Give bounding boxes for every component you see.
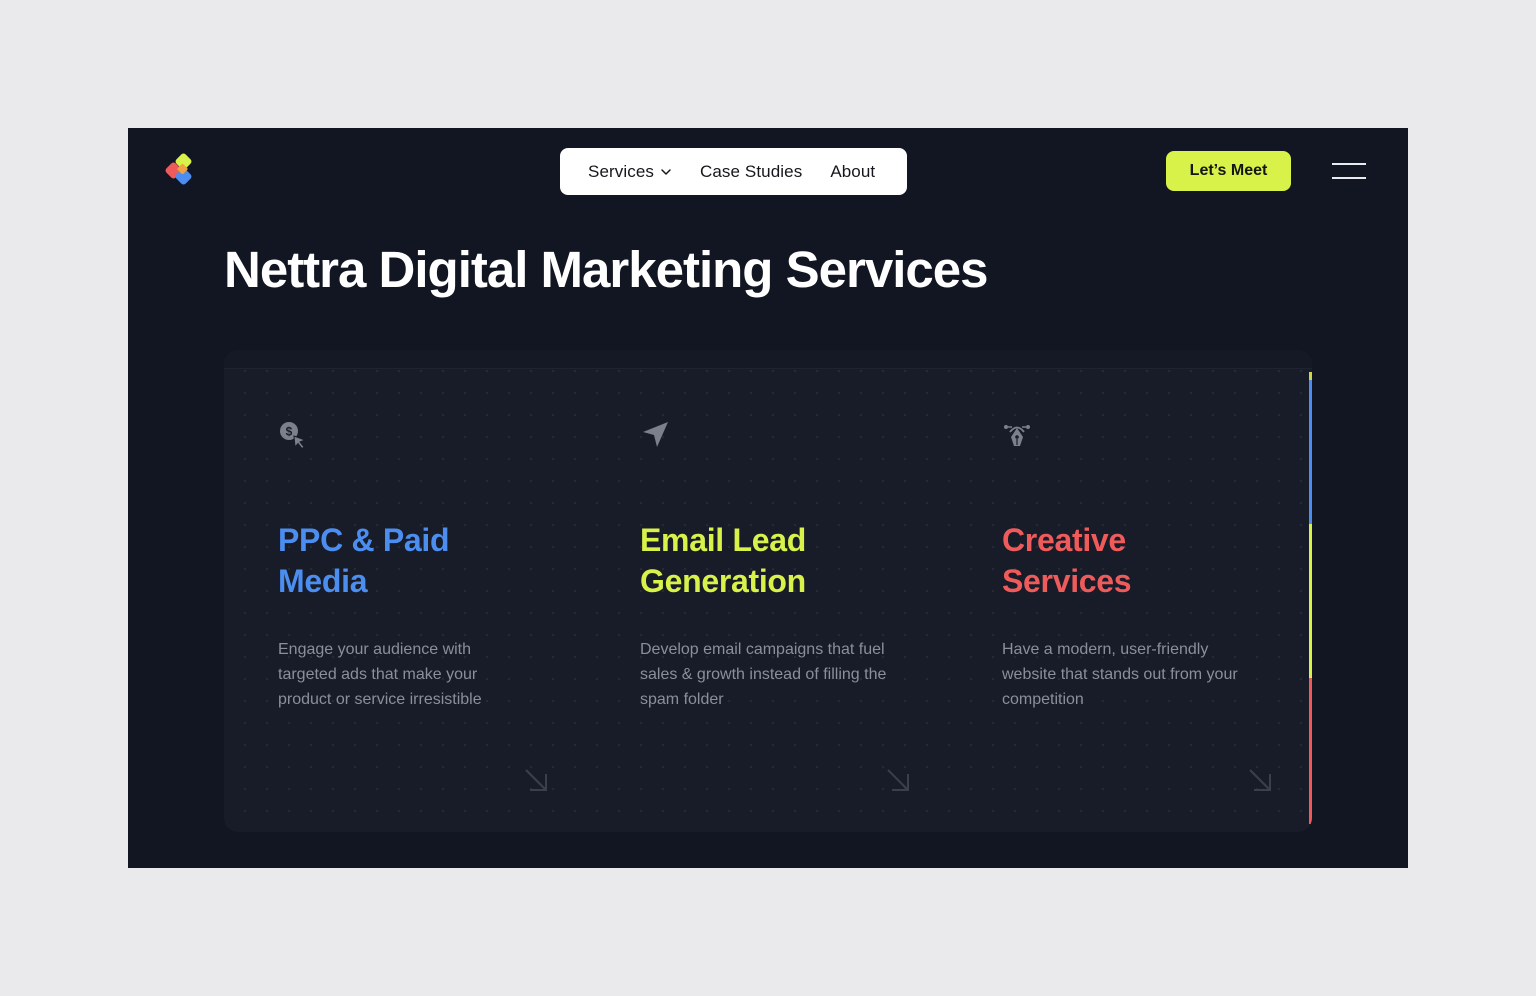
nav-item-about[interactable]: About bbox=[830, 162, 875, 182]
arrow-down-right-icon[interactable] bbox=[522, 766, 552, 796]
pen-nib-icon bbox=[1004, 425, 1030, 446]
dollar-cursor-icon: $ bbox=[280, 422, 307, 450]
service-card-email[interactable]: Email Lead Generation Develop email camp… bbox=[586, 350, 948, 832]
service-description: Develop email campaigns that fuel sales … bbox=[640, 641, 887, 708]
service-title: Creative Services bbox=[1002, 522, 1132, 599]
nav-item-case-studies[interactable]: Case Studies bbox=[700, 162, 802, 182]
service-title: Email Lead Generation bbox=[640, 522, 806, 599]
main-nav: Services Case Studies About bbox=[560, 148, 907, 195]
arrow-down-right-icon[interactable] bbox=[884, 766, 914, 796]
page-title: Nettra Digital Marketing Services bbox=[224, 241, 988, 298]
hamburger-menu-icon[interactable] bbox=[1332, 161, 1366, 181]
nettra-logo-icon[interactable] bbox=[164, 153, 200, 189]
service-description: Engage your audience with targeted ads t… bbox=[278, 641, 482, 708]
services-panel: $ PPC & Paid Media Engage your audience … bbox=[224, 350, 1312, 832]
send-arrow-icon bbox=[643, 422, 668, 447]
chevron-down-icon bbox=[661, 168, 671, 175]
service-card-creative[interactable]: Creative Services Have a modern, user-fr… bbox=[948, 350, 1310, 832]
service-description: Have a modern, user-friendly website tha… bbox=[1002, 641, 1238, 708]
service-card-ppc[interactable]: $ PPC & Paid Media Engage your audience … bbox=[224, 350, 586, 832]
service-title: PPC & Paid Media bbox=[278, 522, 450, 599]
website-viewport: Services Case Studies About Let’s Meet N… bbox=[128, 128, 1408, 868]
arrow-down-right-icon[interactable] bbox=[1246, 766, 1276, 796]
nav-item-label: Services bbox=[588, 161, 654, 181]
nav-item-label: About bbox=[830, 161, 876, 181]
nav-item-services[interactable]: Services bbox=[588, 162, 672, 182]
nav-item-label: Case Studies bbox=[700, 161, 803, 181]
browser-frame: Services Case Studies About Let’s Meet N… bbox=[0, 0, 1536, 996]
svg-text:$: $ bbox=[286, 425, 293, 439]
lets-meet-button[interactable]: Let’s Meet bbox=[1166, 151, 1291, 191]
